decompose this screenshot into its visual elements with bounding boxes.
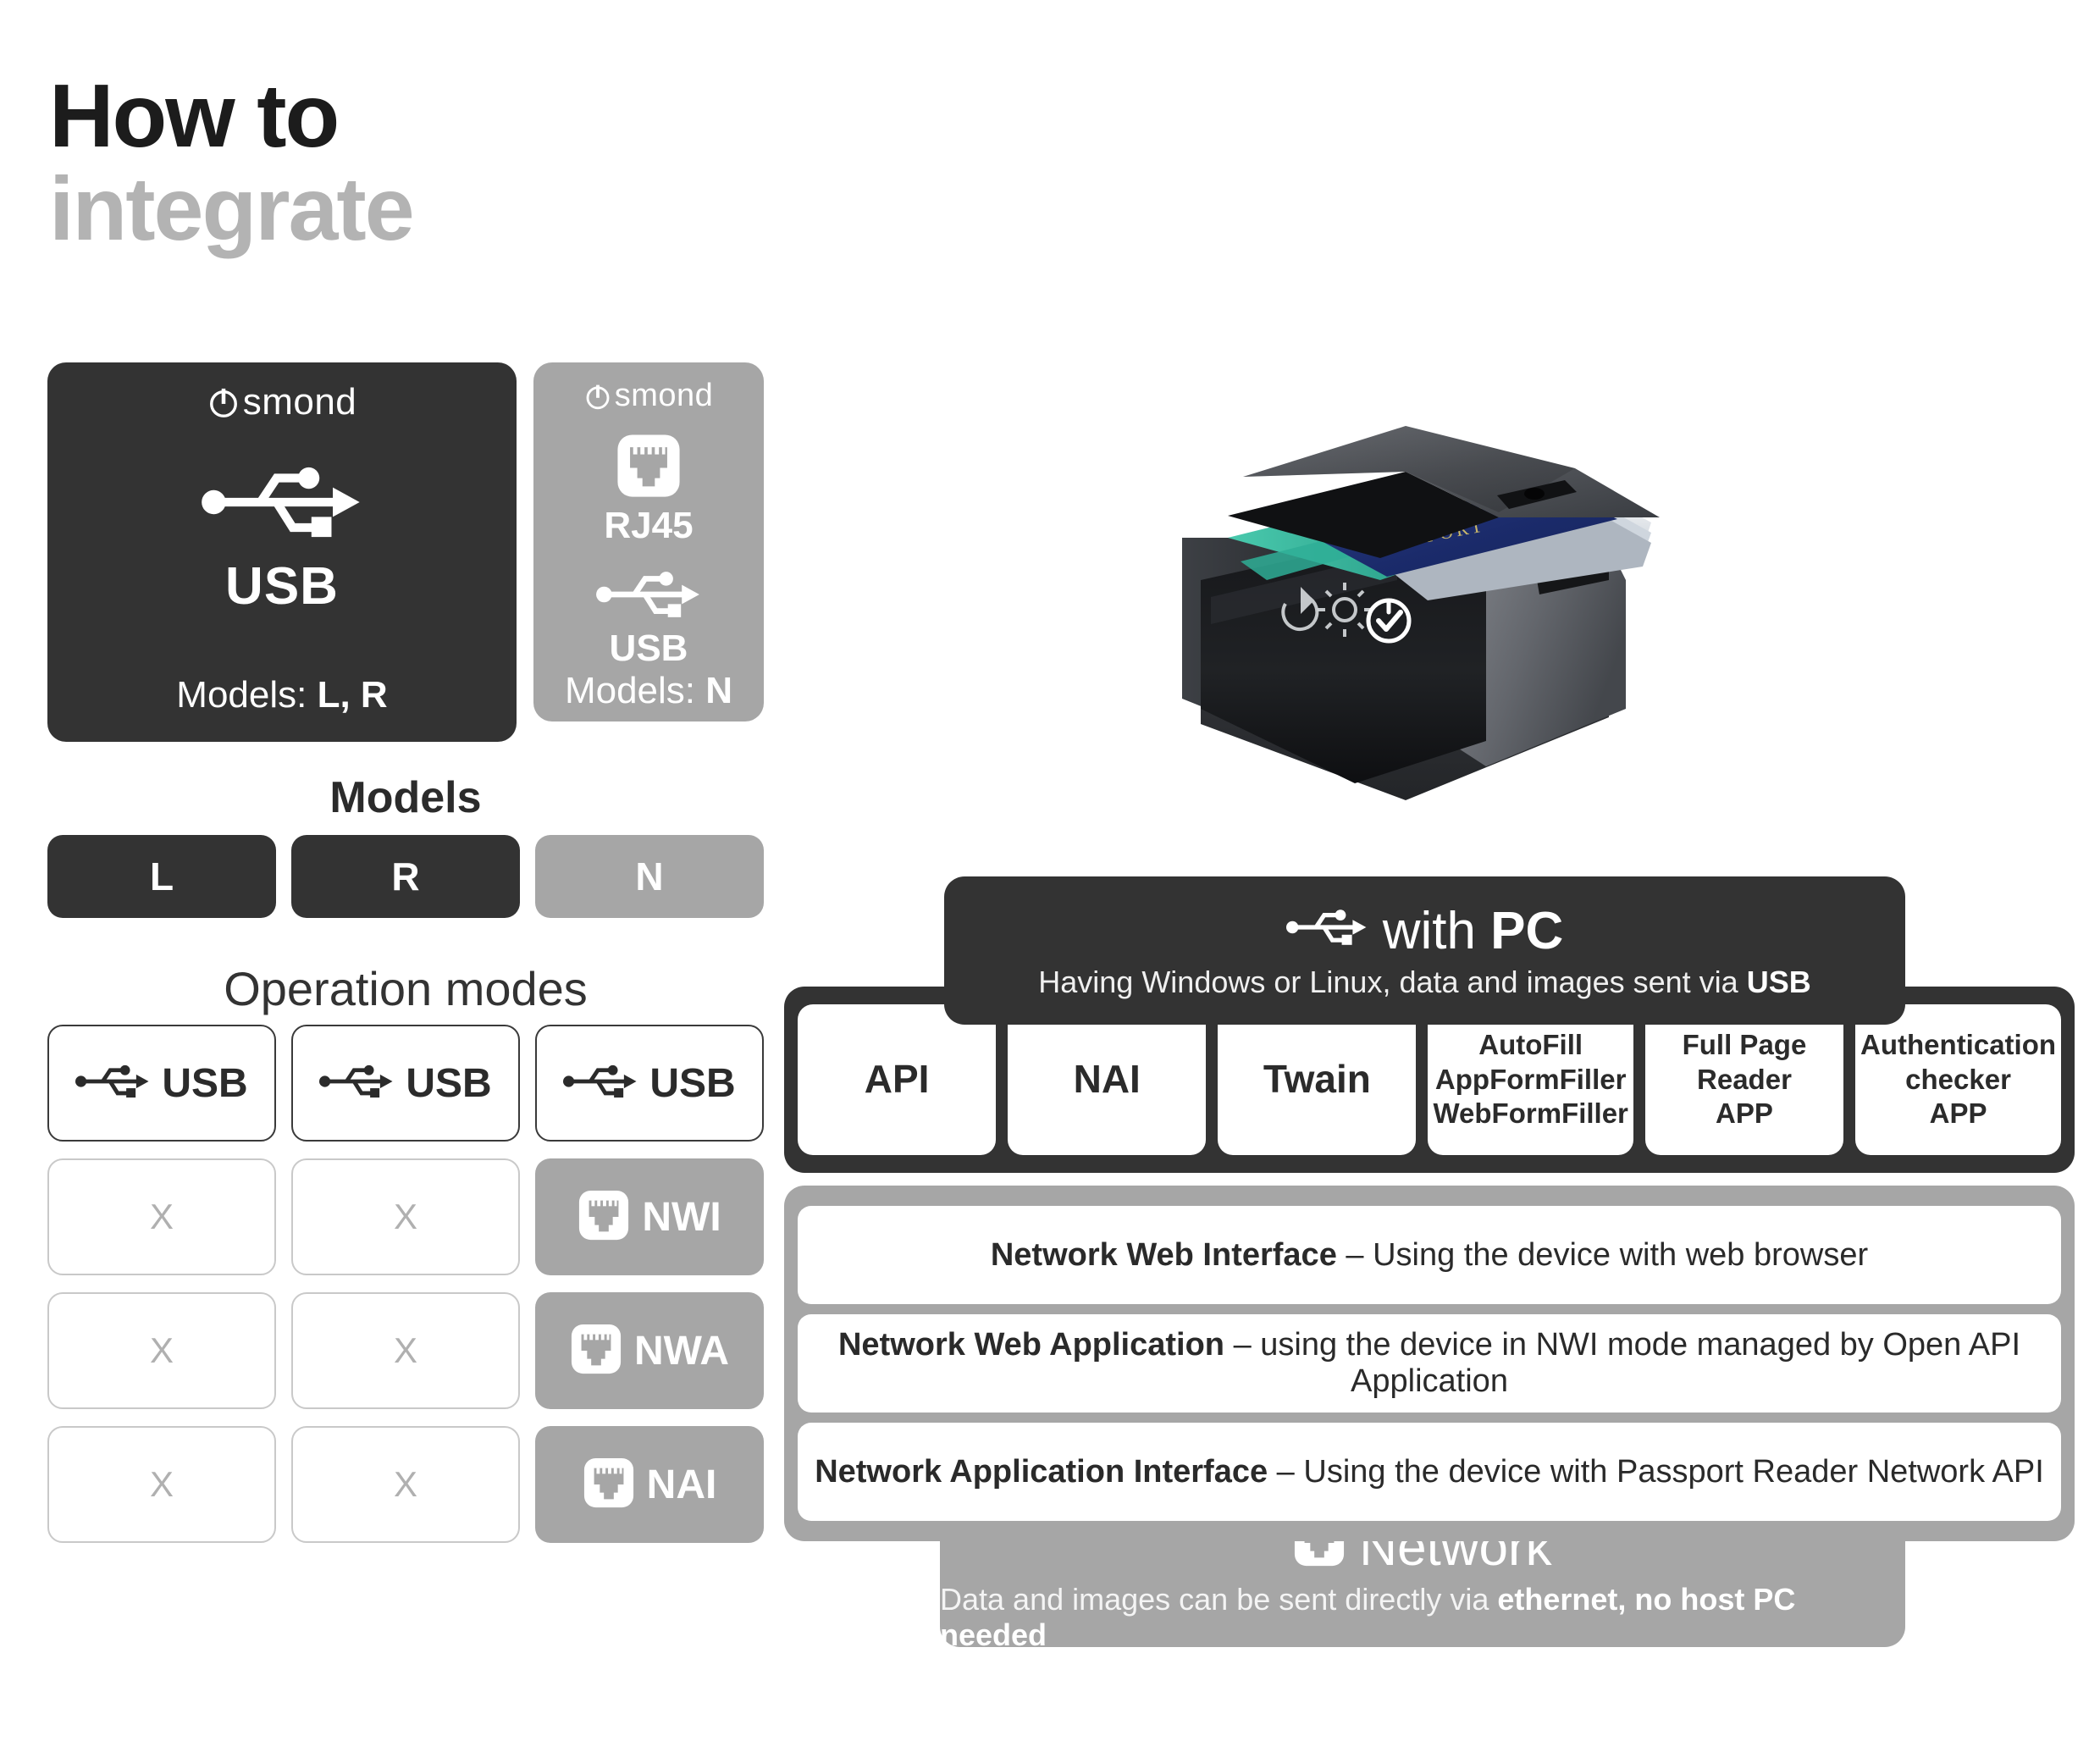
brand-text: smond (242, 381, 357, 423)
pc-button-line: WebFormFiller (1433, 1097, 1628, 1130)
operation-modes-heading: Operation modes (224, 962, 588, 1015)
usb-icon (75, 1062, 150, 1105)
op-cell-label: USB (649, 1060, 736, 1106)
usb-label: USB (609, 627, 688, 669)
models-value: L, R (317, 674, 388, 716)
models-value: N (705, 670, 733, 711)
pc-button-authentication-checker[interactable]: Authentication checker APP (1855, 1004, 2062, 1155)
pc-button-line: APP (1716, 1097, 1773, 1130)
network-card-models: Models: N (565, 670, 732, 712)
op-cell-label: USB (162, 1060, 248, 1106)
network-integration-panel: Network Web Interface – Using the device… (784, 1186, 2075, 1541)
power-symbol-icon (207, 386, 240, 418)
network-row-rest: – using the device in NWI mode managed b… (1224, 1327, 2021, 1399)
op-cell-label: USB (406, 1060, 492, 1106)
op-cell-nai[interactable]: NAI (535, 1426, 764, 1543)
op-cell-label: NWI (642, 1194, 721, 1240)
network-row-strong: Network Application Interface (815, 1453, 1268, 1490)
rj45-label: RJ45 (604, 505, 694, 546)
operation-modes-grid: USB USB USB X X NWI X X NWA X X NAI (47, 1025, 764, 1560)
brand-logo-osmond: smond (584, 378, 714, 414)
rj45-icon (570, 1323, 622, 1379)
usb-icon (1285, 901, 1368, 961)
pc-title-plain: with (1382, 902, 1491, 960)
pc-subtitle-plain: Having Windows or Linux, data and images… (1038, 965, 1747, 999)
op-cell-label: NWA (634, 1328, 729, 1374)
operation-modes-row: X X NWI (47, 1158, 764, 1275)
op-cell-nwi[interactable]: NWI (535, 1158, 764, 1275)
pc-button-line: Authentication (1860, 1028, 2057, 1060)
pc-button-api[interactable]: API (798, 1004, 997, 1155)
infographic-page: How to integrate smond USB Models: L, R … (0, 0, 2100, 1747)
op-cell-usb-r[interactable]: USB (291, 1025, 520, 1142)
usb-icon (563, 1062, 638, 1105)
brand-text: smond (614, 378, 714, 413)
operation-modes-row: X X NAI (47, 1426, 764, 1543)
connector-card-network: smond RJ45 USB Models: N (533, 362, 764, 721)
pc-panel-title: with PC (1285, 901, 1564, 961)
network-row-rest: – Using the device with web browser (1336, 1236, 1869, 1273)
rj45-icon (616, 433, 682, 503)
network-row-nai[interactable]: Network Application Interface – Using th… (798, 1423, 2061, 1521)
model-chip-l[interactable]: L (47, 835, 276, 918)
rj45-icon (583, 1457, 635, 1513)
network-row-strong: Network Web Interface (990, 1236, 1337, 1273)
connector-card-usb: smond USB Models: L, R (47, 362, 517, 742)
pc-subtitle-strong: USB (1746, 965, 1811, 999)
pc-button-line: AppFormFiller (1434, 1063, 1627, 1095)
models-prefix: Models: (176, 674, 318, 716)
operation-modes-row: X X NWA (47, 1292, 764, 1409)
brand-logo-osmond: smond (207, 381, 357, 423)
usb-icon (319, 1062, 394, 1105)
op-cell-usb-l[interactable]: USB (47, 1025, 276, 1142)
network-row-rest: – Using the device with Passport Reader … (1268, 1453, 2044, 1490)
page-title: How to integrate (49, 66, 415, 260)
pc-button-full-page-reader[interactable]: Full Page Reader APP (1644, 1004, 1844, 1155)
model-chip-n[interactable]: N (535, 835, 764, 918)
pc-panel-header: with PC Having Windows or Linux, data an… (944, 876, 1905, 1025)
op-cell-nwa[interactable]: NWA (535, 1292, 764, 1409)
op-cell-unavailable: X (291, 1426, 520, 1543)
op-cell-unavailable: X (291, 1292, 520, 1409)
pc-button-line: AutoFill (1478, 1028, 1583, 1060)
network-row-nwi[interactable]: Network Web Interface – Using the device… (798, 1206, 2061, 1304)
op-cell-unavailable: X (47, 1426, 276, 1543)
usb-icon (596, 567, 701, 626)
op-cell-usb-n[interactable]: USB (535, 1025, 764, 1142)
pc-panel-subtitle: Having Windows or Linux, data and images… (1038, 965, 1810, 1000)
pc-button-line: APP (1929, 1097, 1987, 1130)
network-footer-subtitle: Data and images can be sent directly via… (940, 1582, 1905, 1653)
op-cell-unavailable: X (47, 1292, 276, 1409)
models-prefix: Models: (564, 670, 706, 711)
op-cell-unavailable: X (291, 1158, 520, 1275)
model-chip-r[interactable]: R (291, 835, 520, 918)
pc-title-strong: PC (1490, 902, 1564, 960)
op-cell-unavailable: X (47, 1158, 276, 1275)
models-heading: Models (329, 773, 482, 822)
usb-icon (202, 461, 362, 548)
passport-reader-device: PASSPORT (1101, 326, 1694, 834)
pc-button-line: Reader (1697, 1063, 1792, 1095)
op-cell-label: NAI (646, 1462, 717, 1507)
usb-label: USB (225, 557, 339, 616)
network-footer-subtitle-plain: Data and images can be sent directly via (940, 1581, 1498, 1617)
pc-button-line: checker (1905, 1063, 2011, 1095)
power-symbol-icon (584, 383, 611, 410)
pc-button-twain[interactable]: Twain (1218, 1004, 1417, 1155)
usb-card-models: Models: L, R (176, 674, 387, 716)
pc-button-nai[interactable]: NAI (1008, 1004, 1207, 1155)
network-row-nwa[interactable]: Network Web Application – using the devi… (798, 1314, 2061, 1413)
title-line-2: integrate (49, 159, 415, 260)
operation-modes-row: USB USB USB (47, 1025, 764, 1142)
network-row-strong: Network Web Application (837, 1327, 1225, 1363)
pc-button-line: Full Page (1682, 1028, 1807, 1060)
title-line-1: How to (49, 66, 340, 166)
models-chip-row: L R N (47, 835, 764, 918)
rj45-icon (578, 1189, 630, 1246)
pc-button-autofill[interactable]: AutoFill AppFormFiller WebFormFiller (1428, 1004, 1633, 1155)
